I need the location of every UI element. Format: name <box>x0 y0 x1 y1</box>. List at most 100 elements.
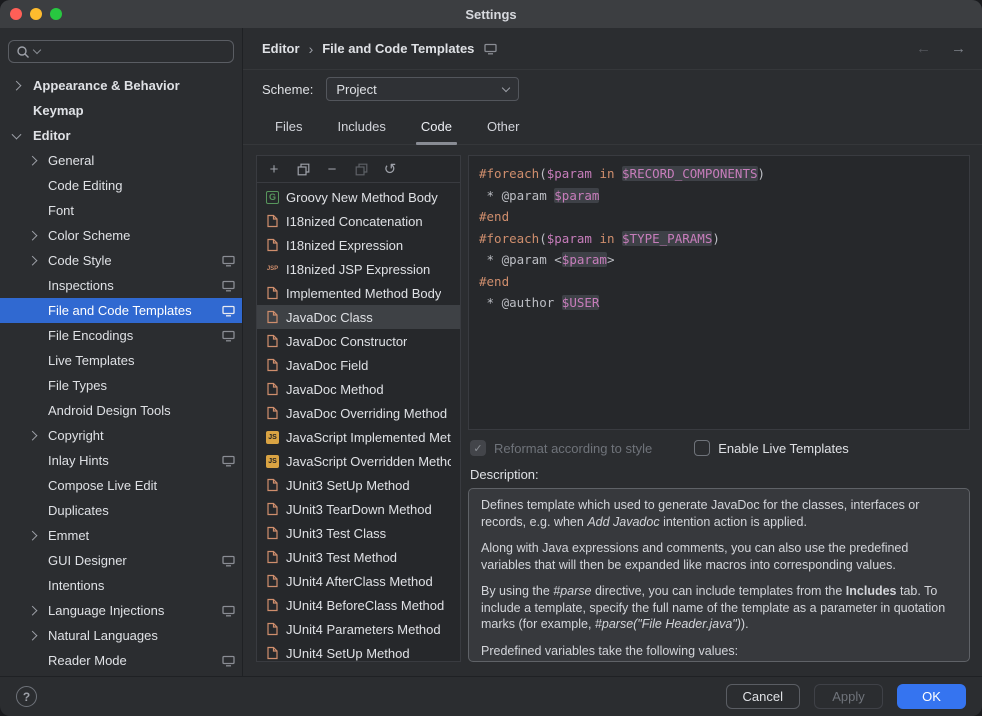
sidebar-item-copyright[interactable]: Copyright <box>0 423 242 448</box>
sidebar-item-appearance-behavior[interactable]: Appearance & Behavior <box>0 73 242 98</box>
template-item-i18nized-jsp-expression[interactable]: JSPI18nized JSP Expression <box>257 257 460 281</box>
chevron-right-icon[interactable] <box>28 255 38 265</box>
remove-icon[interactable]: − <box>324 161 340 177</box>
chevron-right-icon[interactable] <box>12 80 22 90</box>
sidebar-item-file-encodings[interactable]: File Encodings <box>0 323 242 348</box>
template-item-junit4-afterclass-method[interactable]: JUnit4 AfterClass Method <box>257 569 460 593</box>
chevron-down-icon <box>502 83 510 91</box>
template-item-javadoc-class[interactable]: JavaDoc Class <box>257 305 460 329</box>
template-item-javadoc-constructor[interactable]: JavaDoc Constructor <box>257 329 460 353</box>
sidebar-item-inlay-hints[interactable]: Inlay Hints <box>0 448 242 473</box>
sidebar-item-android-design-tools[interactable]: Android Design Tools <box>0 398 242 423</box>
chevron-right-icon[interactable] <box>28 605 38 615</box>
sidebar-item-file-and-code-templates[interactable]: File and Code Templates <box>0 298 242 323</box>
search-input[interactable] <box>44 44 226 59</box>
search-field[interactable] <box>8 40 234 63</box>
template-file-icon <box>266 478 279 492</box>
template-item-junit3-setup-method[interactable]: JUnit3 SetUp Method <box>257 473 460 497</box>
template-item-label: JUnit4 Parameters Method <box>286 622 441 637</box>
add-icon[interactable]: + <box>266 161 282 177</box>
template-item-javascript-implemented-method-body[interactable]: JSJavaScript Implemented Method Body <box>257 425 460 449</box>
code-line: #end <box>479 271 959 293</box>
template-item-i18nized-expression[interactable]: I18nized Expression <box>257 233 460 257</box>
tab-includes[interactable]: Includes <box>324 119 398 144</box>
template-item-javascript-overridden-method-body[interactable]: JSJavaScript Overridden Method Body <box>257 449 460 473</box>
tab-code[interactable]: Code <box>408 119 465 144</box>
sidebar-item-label: Reader Mode <box>48 653 127 668</box>
template-item-junit4-setup-method[interactable]: JUnit4 SetUp Method <box>257 641 460 661</box>
sidebar-item-inspections[interactable]: Inspections <box>0 273 242 298</box>
template-item-label: Groovy New Method Body <box>286 190 438 205</box>
template-item-junit4-beforeclass-method[interactable]: JUnit4 BeforeClass Method <box>257 593 460 617</box>
chevron-right-icon[interactable] <box>28 230 38 240</box>
template-item-groovy-new-method-body[interactable]: GGroovy New Method Body <box>257 185 460 209</box>
chevron-right-icon[interactable] <box>28 155 38 165</box>
scheme-row: Scheme: Project <box>243 70 982 108</box>
sidebar-item-duplicates[interactable]: Duplicates <box>0 498 242 523</box>
template-item-junit3-teardown-method[interactable]: JUnit3 TearDown Method <box>257 497 460 521</box>
sidebar-item-keymap[interactable]: Keymap <box>0 98 242 123</box>
sidebar-item-code-style[interactable]: Code Style <box>0 248 242 273</box>
sidebar-item-live-templates[interactable]: Live Templates <box>0 348 242 373</box>
javascript-file-icon: JS <box>266 431 279 444</box>
chevron-right-icon[interactable] <box>28 430 38 440</box>
chevron-right-icon[interactable] <box>28 530 38 540</box>
template-item-junit4-parameters-method[interactable]: JUnit4 Parameters Method <box>257 617 460 641</box>
copy-icon[interactable] <box>295 161 311 177</box>
sidebar-item-emmet[interactable]: Emmet <box>0 523 242 548</box>
sidebar-item-general[interactable]: General <box>0 148 242 173</box>
sidebar-item-compose-live-edit[interactable]: Compose Live Edit <box>0 473 242 498</box>
description-label: Description: <box>470 467 968 482</box>
template-item-label: JUnit4 AfterClass Method <box>286 574 433 589</box>
tab-other[interactable]: Other <box>474 119 533 144</box>
template-item-junit3-test-method[interactable]: JUnit3 Test Method <box>257 545 460 569</box>
tab-files[interactable]: Files <box>262 119 315 144</box>
breadcrumb-editor[interactable]: Editor <box>262 41 300 56</box>
sidebar-item-intentions[interactable]: Intentions <box>0 573 242 598</box>
template-item-javadoc-method[interactable]: JavaDoc Method <box>257 377 460 401</box>
sidebar-item-label: Color Scheme <box>48 228 130 243</box>
template-item-implemented-method-body[interactable]: Implemented Method Body <box>257 281 460 305</box>
sidebar-item-natural-languages[interactable]: Natural Languages <box>0 623 242 648</box>
template-item-label: JUnit4 BeforeClass Method <box>286 598 444 613</box>
template-item-i18nized-concatenation[interactable]: I18nized Concatenation <box>257 209 460 233</box>
help-button[interactable]: ? <box>16 686 37 707</box>
cancel-button[interactable]: Cancel <box>726 684 800 709</box>
per-project-screen-icon <box>222 255 235 267</box>
sidebar-item-language-injections[interactable]: Language Injections <box>0 598 242 623</box>
zoom-button[interactable] <box>50 8 62 20</box>
reset-icon[interactable]: ↺ <box>382 161 398 177</box>
sidebar-item-font[interactable]: Font <box>0 198 242 223</box>
apply-button[interactable]: Apply <box>814 684 883 709</box>
close-button[interactable] <box>10 8 22 20</box>
scheme-select[interactable]: Project <box>326 77 519 101</box>
sidebar-item-gui-designer[interactable]: GUI Designer <box>0 548 242 573</box>
minimize-button[interactable] <box>30 8 42 20</box>
sidebar-item-color-scheme[interactable]: Color Scheme <box>0 223 242 248</box>
chevron-down-icon[interactable] <box>12 129 22 139</box>
search-wrap <box>0 28 242 67</box>
template-item-javadoc-field[interactable]: JavaDoc Field <box>257 353 460 377</box>
search-options-chevron-icon[interactable] <box>33 46 41 54</box>
chevron-right-icon[interactable] <box>28 630 38 640</box>
sidebar-item-file-types[interactable]: File Types <box>0 373 242 398</box>
template-item-javadoc-overriding-method[interactable]: JavaDoc Overriding Method <box>257 401 460 425</box>
history-nav: ← → <box>916 40 966 57</box>
template-file-icon <box>266 214 279 228</box>
template-item-junit3-test-class[interactable]: JUnit3 Test Class <box>257 521 460 545</box>
sidebar-item-editor[interactable]: Editor <box>0 123 242 148</box>
sidebar-item-reader-mode[interactable]: Reader Mode <box>0 648 242 673</box>
description-paragraph: By using the #parse directive, you can i… <box>481 583 957 633</box>
template-item-label: JavaDoc Overriding Method <box>286 406 447 421</box>
ok-button[interactable]: OK <box>897 684 966 709</box>
duplicate-icon[interactable] <box>353 161 369 177</box>
template-item-label: JavaDoc Method <box>286 382 384 397</box>
sidebar-item-code-editing[interactable]: Code Editing <box>0 173 242 198</box>
javascript-file-icon: JS <box>266 455 279 468</box>
forward-arrow-icon[interactable]: → <box>951 40 966 57</box>
back-arrow-icon[interactable]: ← <box>916 40 931 57</box>
template-editor[interactable]: #foreach($param in $RECORD_COMPONENTS) *… <box>468 155 970 430</box>
template-file-icon <box>266 574 279 588</box>
description-box[interactable]: Defines template which used to generate … <box>468 488 970 662</box>
live-templates-checkbox[interactable] <box>694 440 710 456</box>
